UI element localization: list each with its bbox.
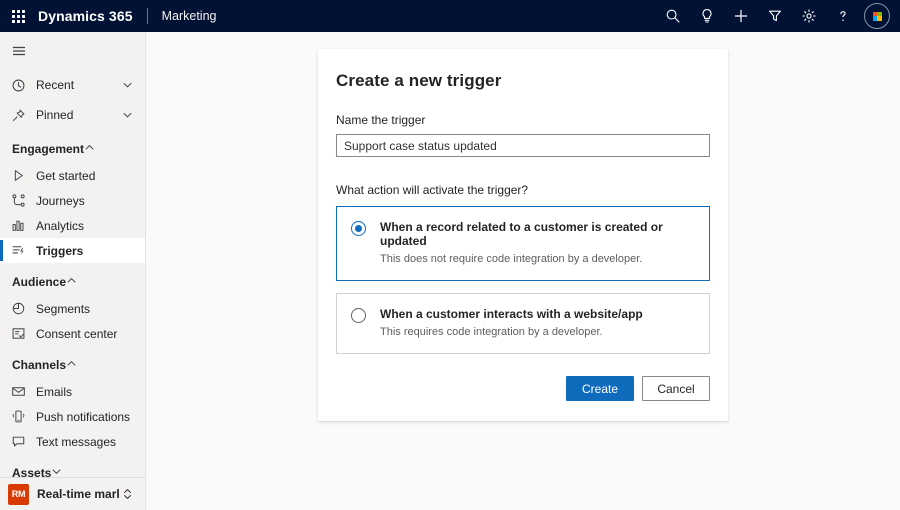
sidebar-item-label: Text messages [36,435,116,449]
sidebar-group-label: Engagement [12,142,84,156]
left-sidebar: Recent Pinned Engagement [0,32,146,510]
clock-icon [11,78,31,93]
dialog-title: Create a new trigger [336,71,710,91]
analytics-icon [11,218,31,233]
area-switcher[interactable]: RM Real-time marketi... [0,477,145,510]
segments-icon [11,301,31,316]
help-icon [835,8,851,24]
sidebar-item-label: Get started [36,169,95,183]
sidebar-item-label: Consent center [36,327,117,341]
filter-button[interactable] [758,0,792,32]
sidebar-group-engagement[interactable]: Engagement [0,135,145,163]
play-icon [11,168,31,183]
area-switcher-label: Real-time marketi... [37,487,119,501]
sidebar-group-audience[interactable]: Audience [0,268,145,296]
sidebar-item-label: Journeys [36,194,85,208]
triggers-icon [11,243,31,258]
option-title: When a record related to a customer is c… [380,220,695,248]
option-website-app[interactable]: When a customer interacts with a website… [336,293,710,354]
top-header-bar: Dynamics 365 Marketing [0,0,900,32]
option-title: When a customer interacts with a website… [380,307,643,321]
avatar-glyph [873,12,882,21]
main-content-area: Create a new trigger Name the trigger Wh… [146,32,900,510]
journeys-icon [11,193,31,208]
sidebar-item-get-started[interactable]: Get started [0,163,145,188]
sidebar-group-channels[interactable]: Channels [0,351,145,379]
lightbulb-icon [699,8,715,24]
plus-icon [733,8,749,24]
trigger-name-input[interactable] [336,134,710,157]
brand-divider [147,8,148,24]
chevron-up-icon[interactable] [66,275,77,289]
search-button[interactable] [656,0,690,32]
option-description: This does not require code integration b… [380,253,695,266]
sidebar-item-label: Recent [36,78,74,92]
trigger-action-label: What action will activate the trigger? [336,183,710,197]
sidebar-group-label: Assets [12,466,51,477]
sidebar-group-label: Audience [12,275,66,289]
create-button[interactable]: Create [566,376,634,401]
email-icon [11,384,31,399]
sidebar-nav: Recent Pinned Engagement [0,70,145,477]
header-actions [656,0,894,32]
area-badge: RM [8,484,29,505]
brand-title: Dynamics 365 [36,8,133,24]
menu-icon [11,43,27,59]
sidebar-item-consent-center[interactable]: Consent center [0,321,145,346]
sidebar-item-segments[interactable]: Segments [0,296,145,321]
settings-button[interactable] [792,0,826,32]
sidebar-item-label: Segments [36,302,90,316]
updown-chevron-icon[interactable] [122,488,133,500]
sidebar-group-label: Channels [12,358,66,372]
consent-icon [11,326,31,341]
help-button[interactable] [826,0,860,32]
app-name-label: Marketing [162,9,217,23]
sidebar-item-analytics[interactable]: Analytics [0,213,145,238]
chevron-up-icon[interactable] [84,142,95,156]
sidebar-item-recent[interactable]: Recent [0,70,145,100]
sidebar-item-push-notifications[interactable]: Push notifications [0,404,145,429]
filter-icon [767,8,783,24]
sidebar-item-label: Push notifications [36,410,130,424]
option-record-related[interactable]: When a record related to a customer is c… [336,206,710,281]
sidebar-item-label: Analytics [36,219,84,233]
sidebar-item-text-messages[interactable]: Text messages [0,429,145,454]
app-launcher-button[interactable] [0,0,36,32]
sidebar-item-triggers[interactable]: Triggers [0,238,145,263]
create-trigger-dialog: Create a new trigger Name the trigger Wh… [318,49,728,421]
sidebar-item-label: Emails [36,385,72,399]
cancel-button[interactable]: Cancel [642,376,710,401]
chevron-down-icon[interactable] [51,466,62,477]
chevron-down-icon[interactable] [122,110,133,121]
sms-icon [11,434,31,449]
trigger-name-label: Name the trigger [336,113,710,127]
sidebar-item-emails[interactable]: Emails [0,379,145,404]
pin-icon [11,108,31,123]
option-description: This requires code integration by a deve… [380,326,643,339]
ideas-button[interactable] [690,0,724,32]
radio-website-app[interactable] [351,308,366,323]
sidebar-item-pinned[interactable]: Pinned [0,100,145,130]
app-shell: Recent Pinned Engagement [0,32,900,510]
dialog-actions: Create Cancel [336,376,710,401]
new-button[interactable] [724,0,758,32]
sidebar-toggle-button[interactable] [0,32,145,70]
sidebar-item-label: Triggers [36,244,83,258]
chevron-down-icon[interactable] [122,80,133,91]
gear-icon [801,8,817,24]
app-launcher-icon [12,10,25,23]
push-icon [11,409,31,424]
radio-record-related[interactable] [351,221,366,236]
chevron-up-icon[interactable] [66,358,77,372]
user-avatar[interactable] [864,3,890,29]
sidebar-item-label: Pinned [36,108,73,122]
search-icon [665,8,681,24]
sidebar-item-journeys[interactable]: Journeys [0,188,145,213]
sidebar-group-assets[interactable]: Assets [0,459,145,477]
